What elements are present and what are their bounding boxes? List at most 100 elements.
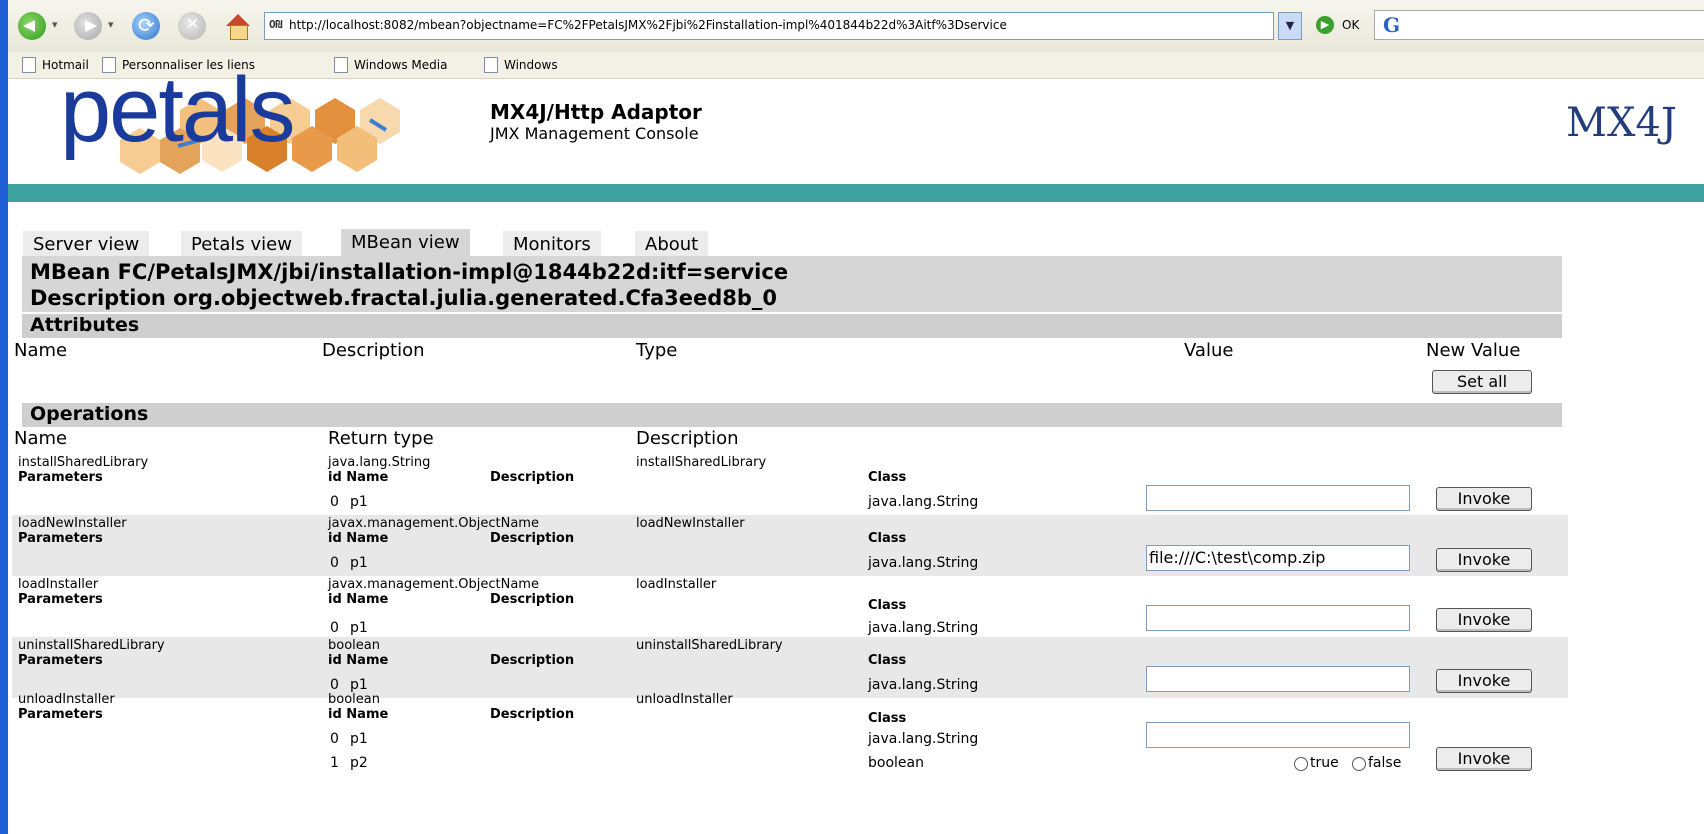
id-name-label: id Name — [328, 707, 389, 722]
true-radio[interactable] — [1294, 757, 1308, 771]
op-return-type: boolean — [328, 692, 380, 707]
op-col-return-type: Return type — [328, 428, 434, 449]
header-band — [8, 184, 1704, 202]
operation-row: loadNewInstaller Parameters javax.manage… — [12, 515, 1568, 576]
page-icon — [334, 57, 348, 73]
params-label: Parameters — [18, 470, 103, 485]
op-description: loadNewInstaller — [636, 516, 745, 531]
stop-icon[interactable]: ✕ — [178, 12, 206, 40]
param-description-label: Description — [490, 653, 575, 668]
true-label: true — [1310, 755, 1339, 771]
false-radio[interactable] — [1352, 757, 1366, 771]
invoke-button[interactable]: Invoke — [1436, 608, 1532, 632]
class-label: Class — [868, 711, 907, 726]
param-id: 0 — [330, 494, 339, 510]
param-class: boolean — [868, 755, 924, 771]
go-button-label[interactable]: OK — [1342, 18, 1359, 32]
attributes-section: Attributes — [22, 314, 1562, 338]
attr-col-value: Value — [1184, 340, 1234, 361]
address-bar[interactable]: O₪ http://localhost:8082/mbean?objectnam… — [264, 12, 1274, 40]
operations-section: Operations — [22, 403, 1562, 427]
id-name-label: id Name — [328, 592, 389, 607]
class-label: Class — [868, 470, 907, 485]
invoke-button[interactable]: Invoke — [1436, 669, 1532, 693]
mbean-description: Description org.objectweb.fractal.julia.… — [30, 286, 778, 310]
param-description-label: Description — [490, 707, 575, 722]
op-col-description: Description — [636, 428, 739, 449]
page-favicon-icon: O₪ — [269, 18, 283, 31]
param-name: p1 — [350, 620, 368, 636]
param-input[interactable] — [1146, 722, 1410, 748]
param-name: p1 — [350, 555, 368, 571]
invoke-button[interactable]: Invoke — [1436, 548, 1532, 572]
param-id: 1 — [330, 755, 339, 771]
window-border — [0, 0, 8, 834]
attr-col-name: Name — [14, 340, 68, 361]
go-arrow-icon[interactable]: ▶ — [1316, 16, 1334, 34]
refresh-icon[interactable]: ⟳ — [132, 12, 160, 40]
back-dropdown-icon[interactable]: ▾ — [52, 18, 58, 31]
param-name: p2 — [350, 755, 368, 771]
op-name: installSharedLibrary — [18, 455, 149, 470]
mbean-name: MBean FC/PetalsJMX/jbi/installation-impl… — [30, 260, 789, 284]
class-label: Class — [868, 531, 907, 546]
id-name-label: id Name — [328, 653, 389, 668]
param-id: 0 — [330, 620, 339, 636]
link-windows-media[interactable]: Windows Media — [334, 57, 447, 73]
param-name: p1 — [350, 731, 368, 747]
op-name: loadInstaller — [18, 577, 99, 592]
param-description-label: Description — [490, 470, 575, 485]
param-id: 0 — [330, 555, 339, 571]
browser-toolbar: ▾ ▾ ⟳ ✕ O₪ http://localhost:8082/mbean?o… — [8, 0, 1704, 53]
param-input[interactable] — [1146, 666, 1410, 692]
op-col-name: Name — [14, 428, 68, 449]
invoke-button[interactable]: Invoke — [1436, 747, 1532, 771]
address-url[interactable]: http://localhost:8082/mbean?objectname=F… — [289, 18, 1007, 32]
operations-title: Operations — [30, 403, 149, 425]
petals-logo: petals — [60, 59, 420, 184]
operation-row: loadInstaller Parameters javax.managemen… — [12, 576, 1568, 637]
app-title: MX4J/Http Adaptor — [490, 100, 702, 124]
op-return-type: javax.management.ObjectName — [328, 577, 539, 592]
param-input[interactable]: file:///C:\test\comp.zip — [1146, 545, 1410, 571]
page-icon — [22, 57, 36, 73]
attr-col-new-value: New Value — [1426, 340, 1521, 361]
back-arrow-icon[interactable] — [18, 12, 46, 40]
address-dropdown-icon[interactable]: ▼ — [1278, 12, 1302, 40]
op-return-type: javax.management.ObjectName — [328, 516, 539, 531]
class-label: Class — [868, 598, 907, 613]
forward-arrow-icon[interactable] — [74, 12, 102, 40]
app-subtitle: JMX Management Console — [490, 124, 699, 143]
param-class: java.lang.String — [868, 731, 979, 747]
home-icon[interactable] — [224, 12, 252, 40]
link-windows[interactable]: Windows — [484, 57, 558, 73]
op-name: uninstallSharedLibrary — [18, 638, 165, 653]
op-description: unloadInstaller — [636, 692, 733, 707]
param-description-label: Description — [490, 592, 575, 607]
false-label: false — [1368, 755, 1402, 771]
param-description-label: Description — [490, 531, 575, 546]
param-id: 0 — [330, 731, 339, 747]
op-name: loadNewInstaller — [18, 516, 127, 531]
logo-text: petals — [60, 59, 295, 161]
op-description: loadInstaller — [636, 577, 717, 592]
set-all-button[interactable]: Set all — [1432, 370, 1532, 394]
id-name-label: id Name — [328, 470, 389, 485]
google-search-box[interactable]: G — [1374, 10, 1704, 40]
param-class: java.lang.String — [868, 494, 979, 510]
params-label: Parameters — [18, 653, 103, 668]
params-label: Parameters — [18, 592, 103, 607]
attr-col-type: Type — [636, 340, 678, 361]
google-icon: G — [1383, 13, 1401, 37]
forward-dropdown-icon[interactable]: ▾ — [108, 18, 114, 31]
mbean-header: MBean FC/PetalsJMX/jbi/installation-impl… — [22, 256, 1562, 312]
param-input[interactable] — [1146, 605, 1410, 631]
op-name: unloadInstaller — [18, 692, 115, 707]
invoke-button[interactable]: Invoke — [1436, 487, 1532, 511]
class-label: Class — [868, 653, 907, 668]
op-return-type: boolean — [328, 638, 380, 653]
operation-row: uninstallSharedLibrary Parameters boolea… — [12, 637, 1568, 698]
attr-col-description: Description — [322, 340, 425, 361]
param-input[interactable] — [1146, 485, 1410, 511]
op-description: uninstallSharedLibrary — [636, 638, 783, 653]
